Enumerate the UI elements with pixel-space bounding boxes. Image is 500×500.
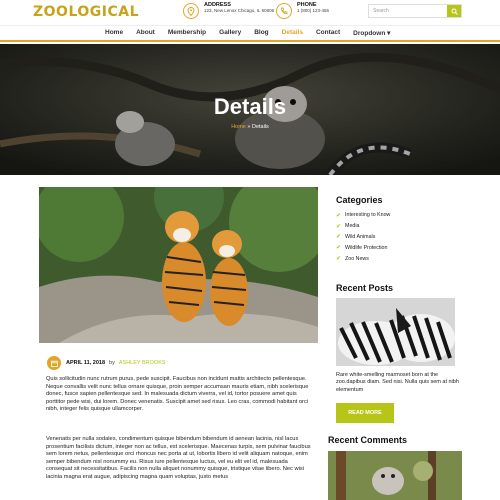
article-meta: APRIL 11, 2018 by ASHLEY BROOKS — [47, 356, 166, 370]
check-icon: ✔ — [336, 212, 342, 219]
categories-heading: Categories — [336, 195, 383, 205]
article-paragraph-2: Venenatis per nulla sodales, condimentum… — [46, 436, 311, 480]
nav-item-blog[interactable]: Blog — [254, 29, 268, 37]
search-box: Search — [368, 4, 462, 18]
phone-icon — [276, 3, 292, 19]
article-image-tigers — [39, 187, 318, 343]
nav-item-home[interactable]: Home — [105, 29, 123, 37]
address-info: ADDRESS 123, New Lenox Chicago, IL 60606 — [183, 2, 289, 19]
recent-comment-image[interactable] — [328, 451, 462, 500]
categories-list: ✔ Interesting to Know ✔ Media ✔ Wild Animal… — [336, 210, 390, 264]
phone-text: 1 (800) 123-456 — [297, 8, 330, 13]
map-pin-icon — [183, 3, 199, 19]
check-icon: ✔ — [336, 245, 342, 252]
nav-item-dropdown[interactable]: Dropdown ▾ — [353, 29, 390, 37]
category-item[interactable]: ✔ Media — [336, 221, 390, 232]
category-item[interactable]: ✔ Interesting to Know — [336, 210, 390, 221]
category-item[interactable]: ✔ Zoo News — [336, 253, 390, 264]
page-title: Details — [213, 94, 287, 119]
article-date: APRIL 11, 2018 — [66, 360, 106, 366]
top-header: ZOOLOGICAL ADDRESS 123, New Lenox Chicag… — [0, 0, 500, 24]
nav-item-details[interactable]: Details — [282, 29, 303, 37]
recent-post-image-zebras[interactable] — [336, 298, 455, 366]
recent-comments-heading: Recent Comments — [328, 435, 408, 445]
phone-info: PHONE 1 (800) 123-456 — [276, 2, 329, 19]
site-logo[interactable]: ZOOLOGICAL — [33, 4, 139, 20]
breadcrumb-home-link[interactable]: Home — [231, 124, 246, 130]
article-author-link[interactable]: ASHLEY BROOKS — [119, 360, 166, 366]
breadcrumb-current: Details — [251, 124, 269, 130]
main-nav: Home About Membership Gallery Blog Detai… — [0, 25, 500, 42]
hero-banner: Details Home » Details — [0, 44, 500, 175]
category-item[interactable]: ✔ Wild Animals — [336, 232, 390, 243]
nav-item-about[interactable]: About — [136, 29, 155, 37]
read-more-button[interactable]: READ MORE — [336, 403, 394, 423]
category-item[interactable]: ✔ Wildlife Protection — [336, 242, 390, 253]
search-icon — [451, 8, 458, 15]
nav-item-contact[interactable]: Contact — [316, 29, 340, 37]
calendar-icon — [47, 356, 61, 370]
nav-item-membership[interactable]: Membership — [168, 29, 206, 37]
nav-item-gallery[interactable]: Gallery — [219, 29, 241, 37]
check-icon: ✔ — [336, 234, 342, 241]
search-button[interactable] — [447, 5, 461, 17]
recent-post-caption[interactable]: Rare white-smelling marmoset born at the… — [336, 372, 460, 394]
recent-posts-heading: Recent Posts — [336, 283, 394, 293]
check-icon: ✔ — [336, 256, 342, 263]
breadcrumb-separator: » — [247, 124, 251, 130]
search-input[interactable]: Search — [369, 5, 447, 17]
breadcrumb: Home » Details — [0, 124, 500, 130]
article-paragraph-1: Quis sollicitudin nunc rutrum purus, ped… — [46, 376, 309, 413]
article-by-label: by — [109, 360, 115, 366]
check-icon: ✔ — [336, 223, 342, 230]
